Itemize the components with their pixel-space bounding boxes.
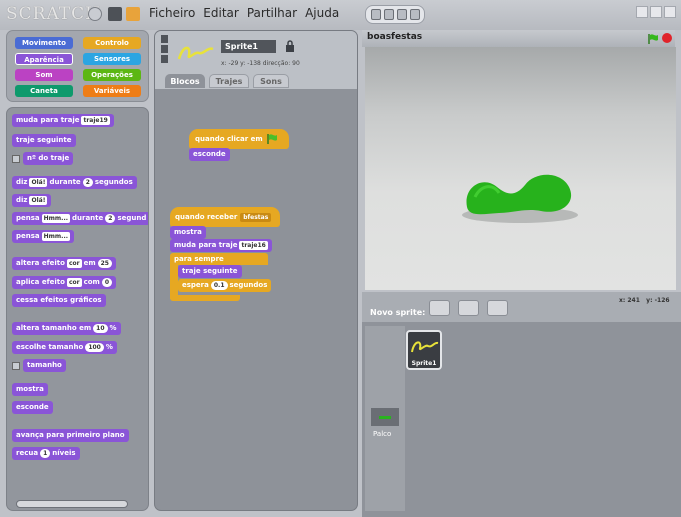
- category-aparencia[interactable]: Aparência: [15, 53, 73, 65]
- reporter-size[interactable]: tamanho: [23, 359, 66, 372]
- mouse-y: y: -126: [646, 297, 670, 304]
- top-bar: [0, 0, 681, 30]
- block-think[interactable]: pensa Hmm...: [12, 230, 75, 243]
- scratch-logo: SCRATCH: [6, 4, 101, 24]
- lock-icon[interactable]: [285, 40, 295, 52]
- category-som[interactable]: Som: [15, 69, 73, 81]
- stop-icon[interactable]: [662, 33, 672, 43]
- small-stage-icon[interactable]: [636, 6, 648, 18]
- grow-tool-icon[interactable]: [396, 9, 407, 20]
- surprise-sprite-icon[interactable]: [487, 300, 508, 316]
- block-go-to-front[interactable]: avança para primeiro plano: [12, 429, 129, 442]
- block-switch-costume[interactable]: muda para traje traje19: [12, 114, 114, 127]
- stage-thumbnail[interactable]: [371, 408, 399, 426]
- menu-ficheiro[interactable]: Ficheiro: [149, 6, 195, 20]
- tab-blocos[interactable]: Blocos: [165, 74, 205, 88]
- block-change-effect[interactable]: altera efeito cor em 25: [12, 257, 116, 270]
- sprite-position: x: -29 y: -138 direcção: 90: [221, 60, 300, 67]
- category-sensores[interactable]: Sensores: [83, 53, 141, 65]
- sprite-name-field[interactable]: Sprite1: [221, 40, 276, 53]
- category-movimento[interactable]: Movimento: [15, 37, 73, 49]
- reporter-costume-number[interactable]: nº do traje: [23, 152, 74, 165]
- block-think-for[interactable]: pensa Hmm... durante 2 segund: [12, 212, 148, 225]
- category-variaveis[interactable]: Variáveis: [83, 85, 141, 97]
- checkbox-costume-number[interactable]: [12, 155, 20, 163]
- green-flag-icon[interactable]: [647, 33, 659, 45]
- left-right-icon[interactable]: [161, 45, 168, 53]
- presentation-mode-icon[interactable]: [664, 6, 676, 18]
- block-set-effect[interactable]: aplica efeito cor com 0: [12, 276, 117, 289]
- block-show-script[interactable]: mostra: [170, 226, 206, 239]
- category-caneta[interactable]: Caneta: [15, 85, 73, 97]
- category-controlo[interactable]: Controlo: [83, 37, 141, 49]
- menu-partilhar[interactable]: Partilhar: [247, 6, 297, 20]
- block-next-costume-script[interactable]: traje seguinte: [178, 265, 242, 278]
- project-title: boasfestas: [367, 32, 423, 42]
- sprite1-thumbnail[interactable]: Sprite1: [406, 330, 442, 370]
- choose-sprite-file-icon[interactable]: [458, 300, 479, 316]
- block-show[interactable]: mostra: [12, 383, 48, 396]
- block-set-size[interactable]: escolhe tamanho 100%: [12, 341, 117, 354]
- stage-thumbnail-image: [379, 416, 391, 419]
- green-clay-sprite[interactable]: [365, 47, 676, 290]
- rotate-all-icon[interactable]: [161, 35, 168, 43]
- menu-ajuda[interactable]: Ajuda: [305, 6, 339, 20]
- block-when-receive[interactable]: quando receber bfestas: [170, 207, 280, 227]
- block-switch-costume-script[interactable]: muda para traje traje16: [170, 239, 272, 252]
- sprite-thumbnail-icon: [177, 46, 214, 60]
- duplicate-tool-icon[interactable]: [370, 9, 381, 20]
- checkbox-size[interactable]: [12, 362, 20, 370]
- sprite-tools: [365, 5, 425, 24]
- shrink-tool-icon[interactable]: [409, 9, 420, 20]
- sprite-info-header: Sprite1 x: -29 y: -138 direcção: 90 Bloc…: [155, 31, 357, 89]
- block-hide-script[interactable]: esconde: [189, 148, 230, 161]
- tab-trajes[interactable]: Trajes: [209, 74, 249, 88]
- share-icon[interactable]: [126, 7, 140, 21]
- no-rotate-icon[interactable]: [161, 55, 168, 63]
- scripts-panel: Sprite1 x: -29 y: -138 direcção: 90 Bloc…: [154, 30, 358, 511]
- block-next-costume[interactable]: traje seguinte: [12, 134, 76, 147]
- view-mode-buttons: [636, 6, 676, 18]
- block-hide[interactable]: esconde: [12, 401, 53, 414]
- script-canvas[interactable]: quando clicar em esconde quando receber b…: [155, 89, 357, 510]
- normal-stage-icon[interactable]: [650, 6, 662, 18]
- delete-tool-icon[interactable]: [383, 9, 394, 20]
- category-operacoes[interactable]: Operações: [83, 69, 141, 81]
- block-wait[interactable]: espera 0.1 segundos: [178, 279, 272, 292]
- block-say[interactable]: diz Olá!: [12, 194, 52, 207]
- block-when-flag-clicked[interactable]: quando clicar em: [189, 129, 289, 149]
- block-palette: muda para traje traje19 traje seguinte nº…: [6, 107, 149, 511]
- green-flag-icon: [266, 134, 277, 144]
- menu-editar[interactable]: Editar: [203, 6, 239, 20]
- mouse-coordinates: x: 241 y: -126: [619, 297, 670, 304]
- category-panel: Movimento Controlo Aparência Sensores So…: [6, 30, 149, 102]
- mouse-x: x: 241: [619, 297, 640, 304]
- forever-loop-bottom: [170, 295, 240, 301]
- globe-icon[interactable]: [88, 7, 102, 21]
- new-sprite-label: Novo sprite:: [370, 308, 426, 317]
- stage[interactable]: [365, 47, 676, 290]
- tab-sons[interactable]: Sons: [253, 74, 289, 88]
- stage-label: Palco: [373, 430, 392, 438]
- menu-bar: Ficheiro Editar Partilhar Ajuda: [149, 6, 339, 20]
- save-icon[interactable]: [108, 7, 122, 21]
- stage-thumbnail-column: Palco: [365, 326, 405, 511]
- palette-scrollbar[interactable]: [16, 500, 128, 508]
- sprite1-label: Sprite1: [411, 360, 437, 367]
- rotation-style-buttons: [161, 35, 168, 65]
- paint-new-sprite-icon[interactable]: [429, 300, 450, 316]
- block-change-size[interactable]: altera tamanho em 10%: [12, 322, 121, 335]
- block-go-back-layers[interactable]: recua 1 níveis: [12, 447, 80, 460]
- forever-loop-arm: [170, 265, 178, 299]
- block-say-for[interactable]: diz Olá! durante 2 segundos: [12, 176, 137, 189]
- sprite-preview-icon: [411, 341, 439, 353]
- block-forever[interactable]: para sempre: [170, 253, 268, 265]
- block-clear-effects[interactable]: cessa efeitos gráficos: [12, 294, 106, 307]
